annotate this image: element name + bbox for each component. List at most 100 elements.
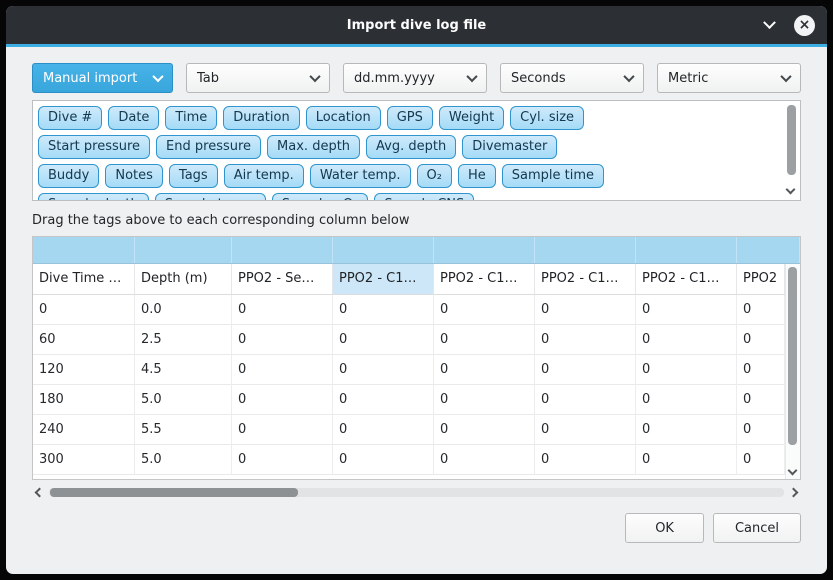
scroll-right-icon[interactable] xyxy=(789,488,799,498)
import-dive-log-dialog: Import dive log file × Manual import Tab… xyxy=(6,6,827,574)
table-cell: 0 xyxy=(434,355,535,385)
drag-tag-start-pressure[interactable]: Start pressure xyxy=(38,135,150,159)
table-body: 00.0000000602.50000001204.50000001805.00… xyxy=(33,295,800,475)
table-row: 3005.0000000 xyxy=(33,445,785,475)
table-cell: 0 xyxy=(333,355,434,385)
date-format-value: dd.mm.yyyy xyxy=(354,71,435,86)
table-cell: 0 xyxy=(535,415,636,445)
close-button[interactable]: × xyxy=(794,15,815,36)
import-mode-value: Manual import xyxy=(43,71,137,86)
import-mode-select[interactable]: Manual import xyxy=(32,63,173,93)
column-header[interactable]: Depth (m) xyxy=(135,264,232,295)
column-drop-target[interactable] xyxy=(333,237,434,263)
scrollbar-thumb[interactable] xyxy=(788,267,797,445)
column-drop-target[interactable] xyxy=(434,237,535,263)
drag-tag-time[interactable]: Time xyxy=(165,106,217,130)
drag-tag-weight[interactable]: Weight xyxy=(439,106,504,130)
titlebar[interactable]: Import dive log file × xyxy=(6,6,827,44)
table-cell: 0 xyxy=(232,445,333,475)
shade-button[interactable] xyxy=(759,15,779,35)
table-cell: 0 xyxy=(434,415,535,445)
table-cell: 0 xyxy=(434,295,535,325)
drag-tag-cyl-size[interactable]: Cyl. size xyxy=(510,106,584,130)
drag-tag-location[interactable]: Location xyxy=(306,106,381,130)
table-cell: 180 xyxy=(33,385,135,415)
column-header[interactable]: PPO2 - C1… xyxy=(434,264,535,295)
tag-pool-rows: Dive #DateTimeDuration LocationGPSWeightC… xyxy=(38,106,778,201)
field-separator-select[interactable]: Tab xyxy=(186,63,330,93)
column-header[interactable]: PPO2 - C1… xyxy=(333,264,434,295)
drag-tag-notes[interactable]: Notes xyxy=(105,164,163,188)
table-cell: 0 xyxy=(232,295,333,325)
column-drop-target[interactable] xyxy=(135,237,232,263)
column-header[interactable]: PPO2 - Se… xyxy=(232,264,333,295)
drag-tag-tags[interactable]: Tags xyxy=(169,164,218,188)
table-horizontal-scrollbar[interactable] xyxy=(32,485,801,500)
drag-tag-sample-time[interactable]: Sample time xyxy=(502,164,604,188)
date-format-select[interactable]: dd.mm.yyyy xyxy=(343,63,487,93)
table-cell: 0 xyxy=(33,295,135,325)
drag-tag-sample-temp[interactable]: Sample temp. xyxy=(155,193,266,201)
table-cell: 0 xyxy=(232,325,333,355)
drag-tag-buddy[interactable]: Buddy xyxy=(38,164,99,188)
drag-tag-water-temp[interactable]: Water temp. xyxy=(310,164,411,188)
drag-tag-duration[interactable]: Duration xyxy=(223,106,299,130)
window-title: Import dive log file xyxy=(347,18,486,33)
dialog-buttons: OK Cancel xyxy=(32,513,801,543)
table-cell: 240 xyxy=(33,415,135,445)
drag-tag-avg-depth[interactable]: Avg. depth xyxy=(366,135,456,159)
close-icon: × xyxy=(799,18,811,32)
scroll-down-icon[interactable] xyxy=(786,185,796,195)
drag-tag-he[interactable]: He xyxy=(458,164,496,188)
drag-tag-air-temp[interactable]: Air temp. xyxy=(224,164,304,188)
column-drop-target[interactable] xyxy=(737,237,800,263)
table-cell: 0 xyxy=(737,355,785,385)
cancel-button[interactable]: Cancel xyxy=(713,513,801,543)
table-header-row: Dive Time …Depth (m)PPO2 - Se…PPO2 - C1…… xyxy=(33,264,785,295)
table-cell: 0 xyxy=(636,445,737,475)
table-cell: 0 xyxy=(636,385,737,415)
drag-tag-max-depth[interactable]: Max. depth xyxy=(267,135,360,159)
drag-tag-dive[interactable]: Dive # xyxy=(38,106,102,130)
drag-tag-divemaster[interactable]: Divemaster xyxy=(462,135,557,159)
ok-button[interactable]: OK xyxy=(625,513,704,543)
chevron-down-icon xyxy=(466,71,477,82)
tag-row: Dive #DateTimeDuration LocationGPSWeightC… xyxy=(38,106,778,130)
tag-pool: Dive #DateTimeDuration LocationGPSWeightC… xyxy=(32,100,801,201)
tag-pool-scrollbar[interactable] xyxy=(784,103,798,198)
table-cell: 5.0 xyxy=(135,385,232,415)
units-select[interactable]: Metric xyxy=(657,63,801,93)
drag-tag-sample-depth[interactable]: Sample depth xyxy=(38,193,149,201)
scroll-down-icon[interactable] xyxy=(788,466,798,476)
duration-format-select[interactable]: Seconds xyxy=(500,63,644,93)
column-header[interactable]: PPO2 xyxy=(737,264,785,295)
column-header[interactable]: PPO2 - C1… xyxy=(535,264,636,295)
drag-tag-o[interactable]: O₂ xyxy=(417,164,452,188)
column-drop-target[interactable] xyxy=(33,237,135,263)
instruction-text: Drag the tags above to each correspondin… xyxy=(32,213,801,228)
column-drop-target[interactable] xyxy=(232,237,333,263)
table-cell: 300 xyxy=(33,445,135,475)
drag-tag-date[interactable]: Date xyxy=(108,106,159,130)
duration-format-value: Seconds xyxy=(511,71,566,86)
scroll-left-icon[interactable] xyxy=(35,488,45,498)
mapping-table: Dive Time …Depth (m)PPO2 - Se…PPO2 - C1…… xyxy=(32,236,801,480)
table-cell: 0 xyxy=(434,445,535,475)
table-cell: 0 xyxy=(333,325,434,355)
column-header[interactable]: PPO2 - C1… xyxy=(636,264,737,295)
table-cell: 0 xyxy=(737,445,785,475)
column-drop-target[interactable] xyxy=(535,237,636,263)
drag-tag-sample-cns[interactable]: Sample CNS xyxy=(374,193,474,201)
drag-tag-gps[interactable]: GPS xyxy=(387,106,433,130)
table-row: 2405.5000000 xyxy=(33,415,785,445)
table-vertical-scrollbar[interactable] xyxy=(785,264,800,479)
column-header[interactable]: Dive Time … xyxy=(33,264,135,295)
drag-tag-end-pressure[interactable]: End pressure xyxy=(156,135,261,159)
table-cell: 0 xyxy=(535,385,636,415)
table-cell: 0 xyxy=(737,385,785,415)
scrollbar-thumb[interactable] xyxy=(787,105,796,175)
drag-tag-sample-po[interactable]: Sample pO₂ xyxy=(272,193,369,201)
column-drop-target[interactable] xyxy=(636,237,737,263)
scrollbar-thumb[interactable] xyxy=(50,488,298,497)
table-cell: 0 xyxy=(434,325,535,355)
